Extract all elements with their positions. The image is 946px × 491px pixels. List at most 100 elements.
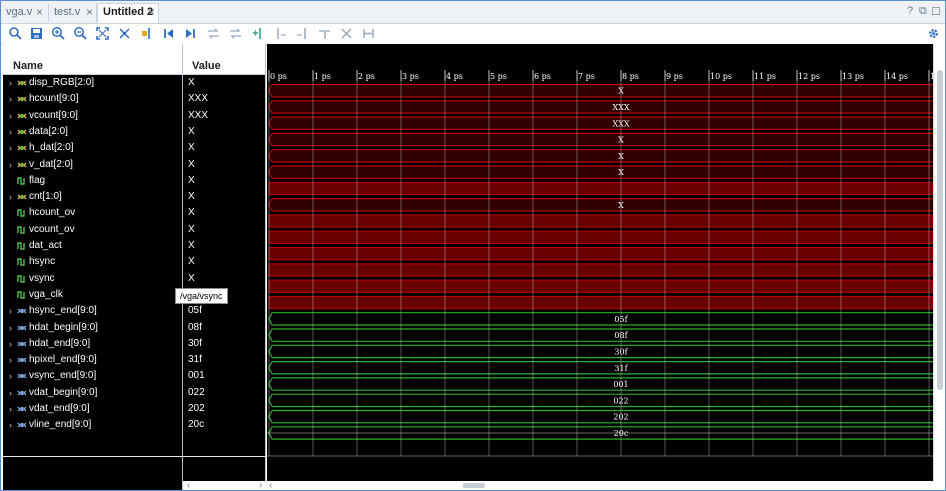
expand-icon[interactable]: › bbox=[9, 124, 12, 140]
scrollbar-thumb[interactable] bbox=[937, 70, 943, 390]
vertical-scrollbar[interactable] bbox=[933, 44, 945, 481]
tab-untitled-2[interactable]: Untitled 2 × bbox=[97, 3, 159, 23]
value-column-header[interactable]: Value bbox=[183, 44, 265, 75]
time-tick-label: 5 ps bbox=[490, 72, 507, 81]
expand-icon[interactable]: › bbox=[9, 320, 12, 336]
signal-value-row: X bbox=[183, 271, 265, 287]
signal-row[interactable]: › hdat_begin[9:0] bbox=[3, 320, 182, 336]
zoom-out-icon[interactable] bbox=[73, 26, 88, 41]
signal-value-row: 022 bbox=[183, 385, 265, 401]
close-icon[interactable]: × bbox=[148, 4, 155, 21]
signal-name: cnt[1:0] bbox=[29, 191, 62, 203]
time-tick-label: 7 ps bbox=[578, 72, 595, 81]
cursor-icon[interactable] bbox=[117, 26, 132, 41]
signal-row[interactable]: › disp_RGB[2:0] bbox=[3, 75, 182, 91]
add-marker-icon[interactable] bbox=[251, 26, 266, 41]
bus-signal-icon bbox=[17, 94, 27, 104]
signal-value-panel: Value X XXX XXX X X X X X X X X X X 05f 08f 30f 31f 001 02… bbox=[183, 44, 266, 490]
signal-row[interactable]: › vline_end[9:0] bbox=[3, 417, 182, 433]
signal-row[interactable]: › hcount[9:0] bbox=[3, 91, 182, 107]
x-state-band bbox=[269, 280, 933, 293]
zoom-fit-icon[interactable] bbox=[95, 26, 110, 41]
signal-name: hsync bbox=[29, 256, 56, 268]
signal-value: X bbox=[188, 125, 195, 137]
expand-icon[interactable]: › bbox=[9, 385, 12, 401]
expand-icon[interactable]: › bbox=[9, 417, 12, 433]
tab-vga-v[interactable]: vga.v × bbox=[1, 4, 49, 22]
help-icon[interactable]: ? bbox=[907, 5, 913, 17]
marker-icon[interactable] bbox=[139, 26, 154, 41]
tab-test-v[interactable]: test.v × bbox=[49, 4, 97, 22]
gear-icon[interactable] bbox=[926, 26, 941, 41]
signal-value-row: 05f bbox=[183, 303, 265, 319]
name-column-header[interactable]: Name bbox=[3, 44, 182, 75]
expand-icon[interactable]: › bbox=[9, 401, 12, 417]
expand-icon[interactable]: › bbox=[9, 157, 12, 173]
swap-icon[interactable] bbox=[206, 26, 221, 41]
signal-row[interactable]: › hpixel_end[9:0] bbox=[3, 352, 182, 368]
expand-icon[interactable]: › bbox=[9, 75, 12, 91]
marker-end-icon[interactable] bbox=[317, 26, 332, 41]
search-icon[interactable] bbox=[8, 26, 23, 41]
delete-icon[interactable] bbox=[339, 26, 354, 41]
expand-icon[interactable]: › bbox=[9, 352, 12, 368]
signal-row[interactable]: hcount_ov bbox=[3, 205, 182, 221]
prev-marker-icon[interactable] bbox=[273, 26, 288, 41]
scroll-left-icon[interactable]: ‹ bbox=[269, 481, 272, 491]
expand-icon[interactable]: › bbox=[9, 368, 12, 384]
expand-icon[interactable]: › bbox=[9, 336, 12, 352]
expand-icon[interactable]: › bbox=[9, 140, 12, 156]
scroll-right-icon[interactable]: › bbox=[259, 481, 262, 491]
zoom-in-icon[interactable] bbox=[51, 26, 66, 41]
signal-row[interactable]: › vsync_end[9:0] bbox=[3, 368, 182, 384]
scroll-left-icon[interactable]: ‹ bbox=[187, 481, 190, 491]
signal-row[interactable]: › hdat_end[9:0] bbox=[3, 336, 182, 352]
divider bbox=[183, 456, 265, 457]
signal-row[interactable]: › vdat_begin[9:0] bbox=[3, 385, 182, 401]
signal-name: vdat_begin[9:0] bbox=[29, 386, 98, 398]
waveform-window: vga.v × test.v × Untitled 2 × ? ⧉ ☐ Name… bbox=[0, 0, 946, 491]
signal-row[interactable]: › hsync_end[9:0] bbox=[3, 303, 182, 319]
expand-icon[interactable]: › bbox=[9, 91, 12, 107]
restore-icon[interactable]: ⧉ bbox=[919, 5, 927, 18]
signal-row[interactable]: › data[2:0] bbox=[3, 124, 182, 140]
signal-row[interactable]: vsync bbox=[3, 271, 182, 287]
parameter-bus-icon bbox=[17, 339, 27, 349]
swap-alt-icon[interactable] bbox=[228, 26, 243, 41]
bit-signal-icon bbox=[17, 208, 27, 218]
close-icon[interactable]: × bbox=[36, 4, 43, 21]
signal-row[interactable]: flag bbox=[3, 173, 182, 189]
maximize-icon[interactable]: ☐ bbox=[931, 5, 941, 18]
signal-name-panel: Name › disp_RGB[2:0] › hcount[9:0] › vcount[9… bbox=[3, 44, 183, 490]
signal-row[interactable]: › vcount[9:0] bbox=[3, 108, 182, 124]
save-icon[interactable] bbox=[29, 26, 44, 41]
signal-row[interactable]: hsync bbox=[3, 254, 182, 270]
go-to-end-icon[interactable] bbox=[183, 26, 198, 41]
waveform-area[interactable]: 0 ps 1 ps 2 ps 3 ps 4 ps 5 ps 6 ps 7 ps 8 ps 9 ps… bbox=[267, 44, 933, 481]
signal-row[interactable]: dat_act bbox=[3, 238, 182, 254]
signal-value: XXX bbox=[188, 109, 209, 121]
signal-tooltip: /vga/vsync bbox=[175, 288, 228, 304]
expand-icon[interactable]: › bbox=[9, 108, 12, 124]
close-icon[interactable]: × bbox=[86, 4, 93, 21]
signal-row[interactable]: › v_dat[2:0] bbox=[3, 157, 182, 173]
waveform-canvas[interactable]: 0 ps 1 ps 2 ps 3 ps 4 ps 5 ps 6 ps 7 ps 8 ps 9 ps… bbox=[267, 44, 933, 481]
signal-value: 05f bbox=[188, 305, 202, 317]
time-tick-label: 8 ps bbox=[622, 72, 639, 81]
signal-row[interactable]: › vdat_end[9:0] bbox=[3, 401, 182, 417]
expand-icon[interactable]: › bbox=[9, 189, 12, 205]
bit-signal-icon bbox=[17, 274, 27, 284]
go-to-start-icon[interactable] bbox=[161, 26, 176, 41]
horizontal-scrollbar[interactable]: ‹ › ‹ bbox=[183, 481, 945, 491]
signal-row[interactable]: vcount_ov bbox=[3, 222, 182, 238]
signal-row[interactable]: vga_clk bbox=[3, 287, 182, 303]
scrollbar-thumb[interactable] bbox=[463, 483, 485, 488]
signal-row[interactable]: › cnt[1:0] bbox=[3, 189, 182, 205]
expand-icon[interactable]: › bbox=[9, 303, 12, 319]
next-marker-icon[interactable] bbox=[295, 26, 310, 41]
signal-name: hsync_end[9:0] bbox=[29, 305, 97, 317]
time-tick-label: 2 ps bbox=[358, 72, 375, 81]
signal-value-row: X bbox=[183, 205, 265, 221]
full-range-icon[interactable] bbox=[361, 26, 376, 41]
signal-row[interactable]: › h_dat[2:0] bbox=[3, 140, 182, 156]
